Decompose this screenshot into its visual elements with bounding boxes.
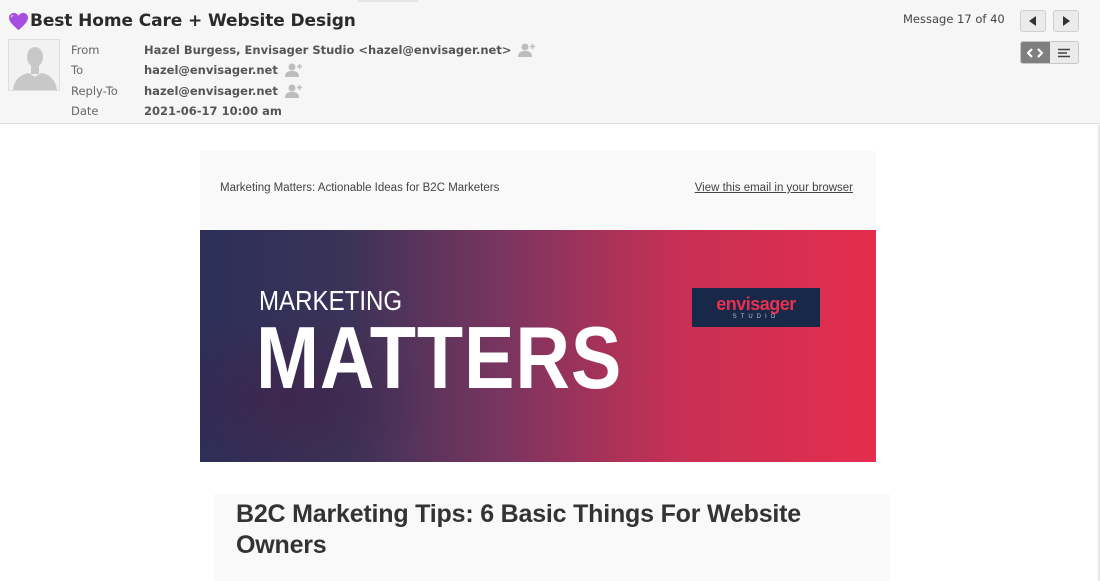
plain-text-view-button[interactable] [1049,42,1078,63]
view-toggle [1020,41,1079,64]
spacer [200,462,890,494]
to-value[interactable]: hazel@envisager.net [144,63,278,77]
field-value: hazel@envisager.net [144,84,303,98]
message-counter: Message 17 of 40 [903,12,1005,26]
text-lines-icon [1057,48,1070,57]
email-subject: Best Home Care + Website Design [8,11,356,31]
subject-text: Best Home Care + Website Design [30,11,356,31]
triangle-right-icon [1063,16,1070,26]
add-contact-icon[interactable] [284,63,303,77]
logo-subtitle: STUDIO [732,314,780,320]
field-label: To [71,63,84,77]
purple-heart-icon [9,12,28,30]
preheader-text: Marketing Matters: Actionable Ideas for … [220,182,500,194]
logo-wordmark: envisager [716,294,796,314]
field-label: Reply-To [71,84,118,98]
message-header: Best Home Care + Website Design From Haz… [0,0,1100,124]
person-silhouette-icon [13,47,57,90]
field-value: hazel@envisager.net [144,63,303,77]
hero-line-2: MATTERS [256,308,623,407]
article-title: B2C Marketing Tips: 6 Basic Things For W… [236,500,801,559]
reply-to-value[interactable]: hazel@envisager.net [144,84,278,98]
article-section: B2C Marketing Tips: 6 Basic Things For W… [214,494,890,581]
field-value: Hazel Burgess, Envisager Studio <hazel@e… [144,43,536,57]
from-value[interactable]: Hazel Burgess, Envisager Studio <hazel@e… [144,43,511,57]
add-contact-icon[interactable] [518,43,536,57]
field-label: Date [71,104,99,118]
previous-message-button[interactable] [1020,10,1046,32]
code-brackets-icon [1027,47,1044,58]
newsletter-preheader: Marketing Matters: Actionable Ideas for … [200,151,876,230]
field-value: 2021-06-17 10:00 am [144,104,282,118]
field-label: From [71,43,100,57]
triangle-left-icon [1029,16,1036,26]
envisager-logo[interactable]: envisager STUDIO [692,288,820,327]
view-in-browser-link[interactable]: View this email in your browser [695,182,853,194]
hero-banner[interactable]: MARKETING MATTERS envisager STUDIO [200,230,876,462]
top-edge-divider [358,0,418,2]
add-contact-icon[interactable] [284,84,303,98]
next-message-button[interactable] [1053,10,1079,32]
date-value: 2021-06-17 10:00 am [144,104,282,118]
sender-avatar [8,39,60,91]
html-view-button[interactable] [1021,42,1050,63]
